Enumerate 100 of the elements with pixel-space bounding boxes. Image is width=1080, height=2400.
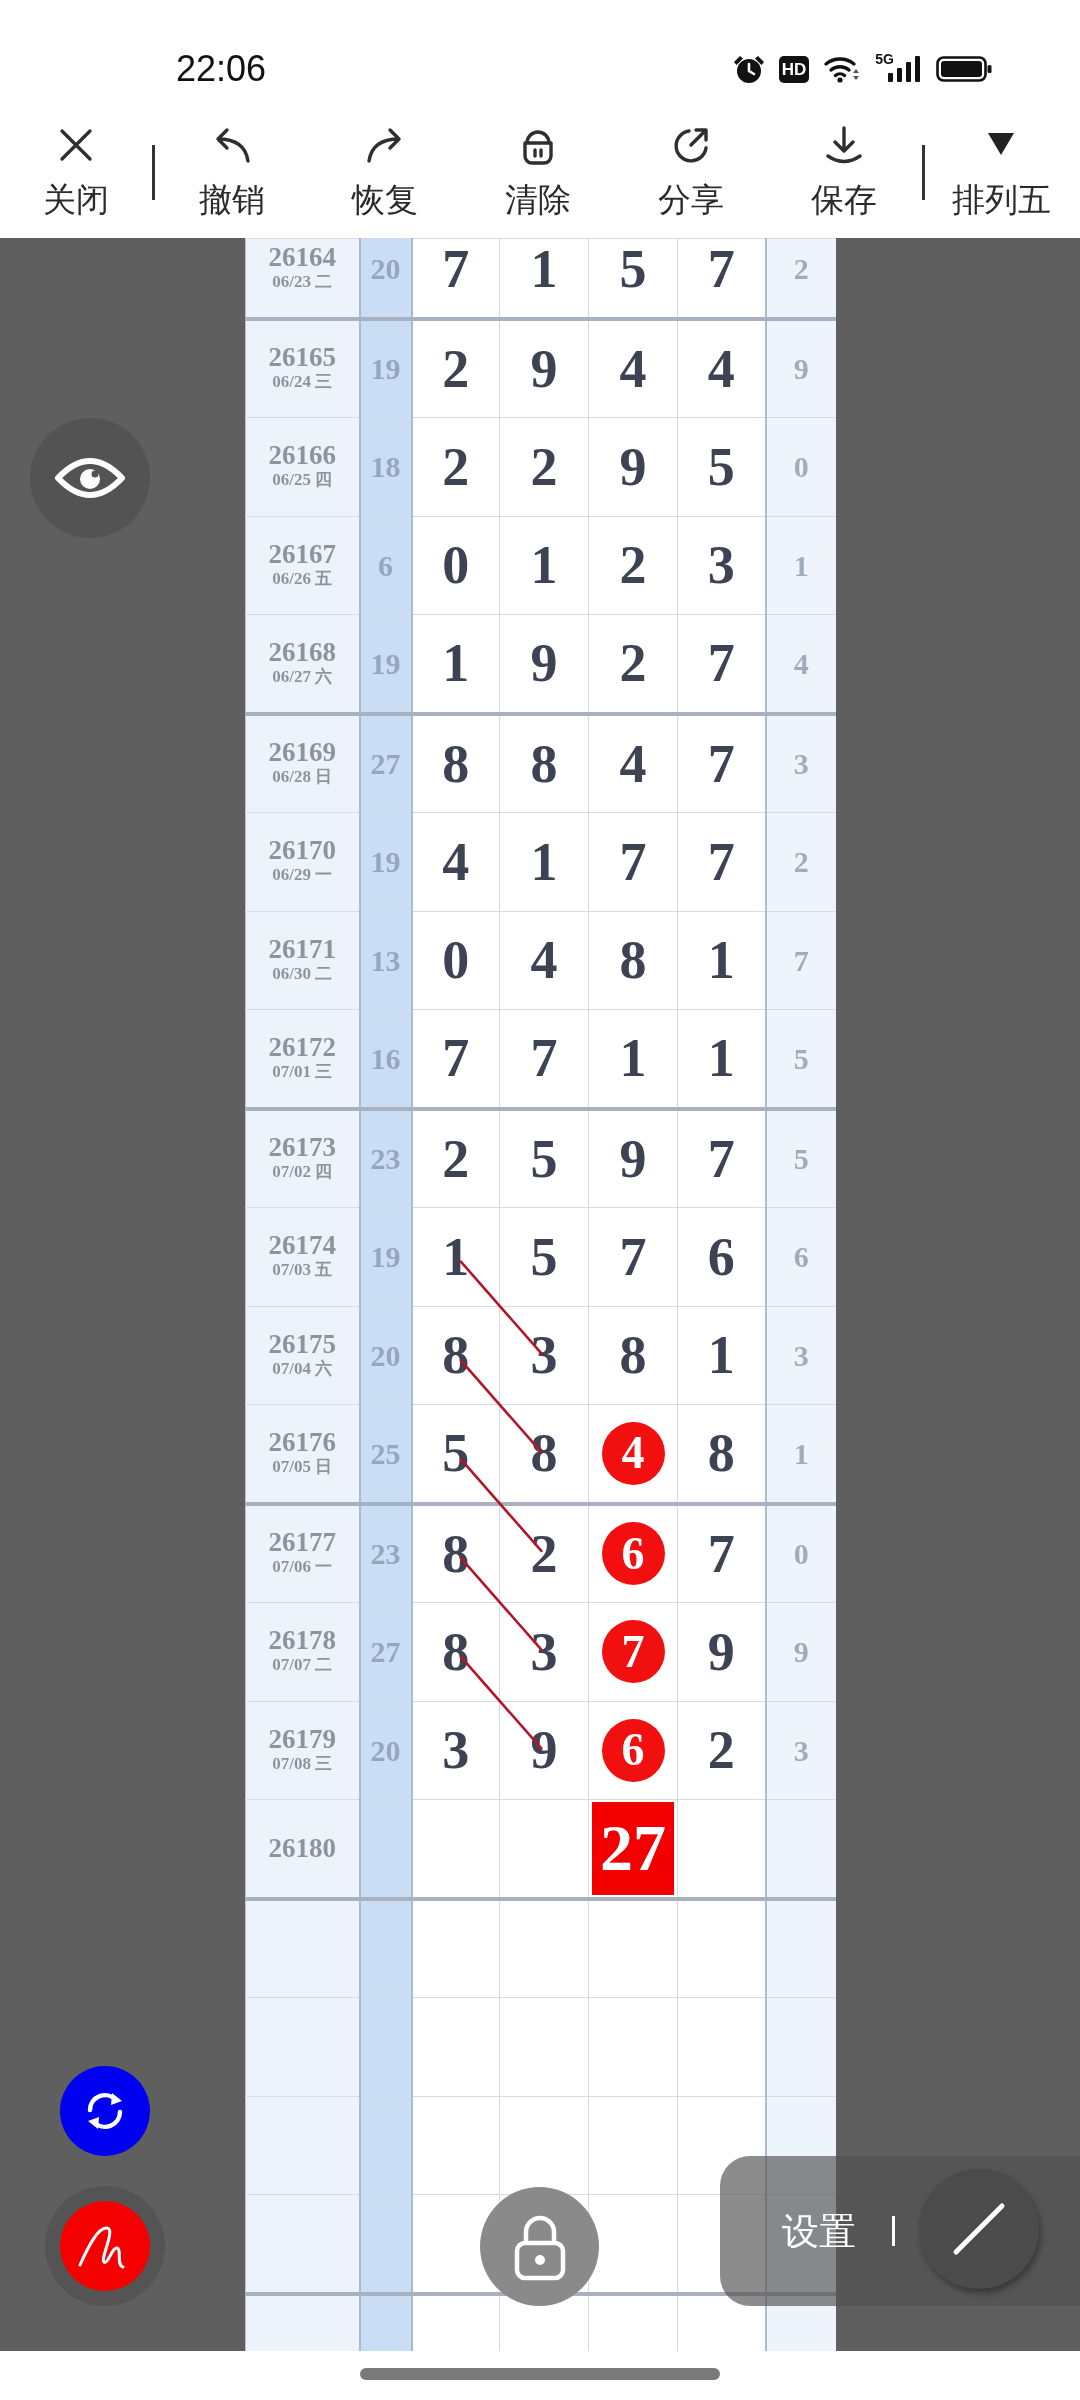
digit-cell: 8: [499, 1404, 589, 1504]
scribble-icon: [60, 2201, 150, 2291]
extra-digit-cell: 2: [765, 238, 836, 319]
draw-date: 07/07 二: [271, 1654, 334, 1677]
extra-digit-cell: 9: [765, 318, 836, 418]
share-button[interactable]: 分享: [614, 110, 767, 238]
draw-date: 06/23 二: [271, 271, 334, 294]
sum-cell: 13: [359, 911, 412, 1010]
issue-number: 26179: [267, 1725, 337, 1753]
sum-cell: 18: [359, 417, 412, 516]
undo-button[interactable]: 撤销: [155, 110, 308, 238]
digit-cell: 4: [499, 911, 589, 1010]
sum-cell: 23: [359, 1503, 412, 1603]
digit-cell: 1: [499, 238, 589, 319]
sum-cell: 19: [359, 614, 412, 714]
digit-cell: 7: [411, 238, 500, 319]
extra-digit-cell: 0: [765, 1503, 836, 1603]
digit-cell: 8: [588, 911, 678, 1010]
digit-cell: 8: [411, 713, 500, 813]
digit-cell: 7: [588, 1207, 678, 1306]
digit-cell: 9: [677, 1602, 766, 1701]
digit-cell: 8: [677, 1404, 766, 1504]
issue-number: 26167: [267, 540, 337, 568]
digit-cell: 1: [677, 1306, 766, 1405]
digit-cell: 7: [499, 1009, 589, 1109]
save-button[interactable]: 保存: [767, 110, 920, 238]
issue-number: 26176: [267, 1428, 337, 1456]
circled-digit: 4: [601, 1421, 665, 1485]
sum-cell: 27: [359, 713, 412, 813]
issue-number: 26171: [267, 935, 337, 963]
digit-cell: 3: [499, 1306, 589, 1405]
network-label: 5G: [875, 52, 894, 66]
digit-cell: 5: [499, 1108, 589, 1208]
digit-cell: 8: [411, 1503, 500, 1603]
digit-cell: 0: [411, 911, 500, 1010]
digit-cell: 4: [588, 318, 678, 418]
digit-cell: 1: [588, 1009, 678, 1109]
sum-cell: 20: [359, 1306, 412, 1405]
close-button[interactable]: 关闭: [6, 110, 146, 238]
digit-cell: 1: [499, 812, 589, 911]
digit-cell: 7: [677, 713, 766, 813]
extra-digit-cell: 3: [765, 1306, 836, 1405]
digit-cell: 9: [499, 1701, 589, 1800]
extra-digit-cell: 2: [765, 812, 836, 911]
issue-number: 26172: [267, 1033, 337, 1061]
extra-digit-cell: 5: [765, 1108, 836, 1208]
issue-number: 26164: [267, 244, 337, 272]
sum-cell: 25: [359, 1404, 412, 1504]
draw-date: 06/25 四: [271, 469, 334, 492]
status-time: 22:06: [176, 51, 267, 87]
digit-cell: 3: [677, 516, 766, 615]
digit-cell: 7: [677, 1108, 766, 1208]
alarm-icon: [732, 54, 765, 84]
digit-cell: 1: [411, 614, 500, 714]
digit-cell: 7: [588, 812, 678, 911]
lottery-type-dropdown[interactable]: 排列五: [925, 110, 1077, 238]
hd-label: HD: [778, 55, 810, 83]
digit-cell: 9: [499, 318, 589, 418]
sum-cell: 27: [359, 1602, 412, 1701]
digit-cell: 9: [588, 417, 678, 516]
issue-number: 26175: [267, 1330, 337, 1358]
sum-cell: 20: [359, 238, 412, 319]
digit-cell: 8: [499, 713, 589, 813]
issue-number: 26180: [267, 1834, 337, 1862]
draw-date: 06/27 六: [271, 665, 334, 688]
digit-cell: 5: [411, 1404, 500, 1504]
sum-cell: 20: [359, 1701, 412, 1800]
digit-cell: 8: [411, 1306, 500, 1405]
draw-date: 07/02 四: [271, 1161, 334, 1184]
digit-cell: 8: [588, 1306, 678, 1405]
digit-cell: 2: [499, 417, 589, 516]
digit-cell: 2: [411, 1108, 500, 1208]
digit-cell: 2: [588, 614, 678, 714]
extra-digit-cell: 1: [765, 1404, 836, 1504]
boxed-number: 27: [592, 1801, 674, 1895]
digit-cell: 3: [411, 1701, 500, 1800]
digit-cell: 2: [411, 417, 500, 516]
sum-cell: 6: [359, 516, 412, 615]
draw-date: 06/26 五: [271, 567, 334, 590]
draw-date: 06/30 二: [271, 962, 334, 985]
sum-cell: 16: [359, 1009, 412, 1109]
wifi-icon: [823, 55, 862, 83]
sum-cell: 19: [359, 318, 412, 418]
circled-digit: 6: [601, 1522, 665, 1586]
battery-icon: [936, 56, 992, 82]
digit-cell: 5: [677, 417, 766, 516]
sum-cell: 19: [359, 1207, 412, 1306]
draw-date: 07/06 一: [271, 1556, 334, 1579]
digit-cell: 7: [677, 812, 766, 911]
extra-digit-cell: 4: [765, 614, 836, 714]
redo-button[interactable]: 恢复: [308, 110, 461, 238]
settings-button[interactable]: 设置: [782, 2212, 856, 2250]
extra-digit-cell: 7: [765, 911, 836, 1010]
clear-button[interactable]: 清除: [461, 110, 614, 238]
draw-date: 06/29 一: [271, 864, 334, 887]
extra-digit-cell: 0: [765, 417, 836, 516]
extra-digit-cell: 1: [765, 516, 836, 615]
draw-date: 07/03 五: [271, 1259, 334, 1282]
issue-number: 26165: [267, 344, 337, 372]
issue-number: 26169: [267, 739, 337, 767]
